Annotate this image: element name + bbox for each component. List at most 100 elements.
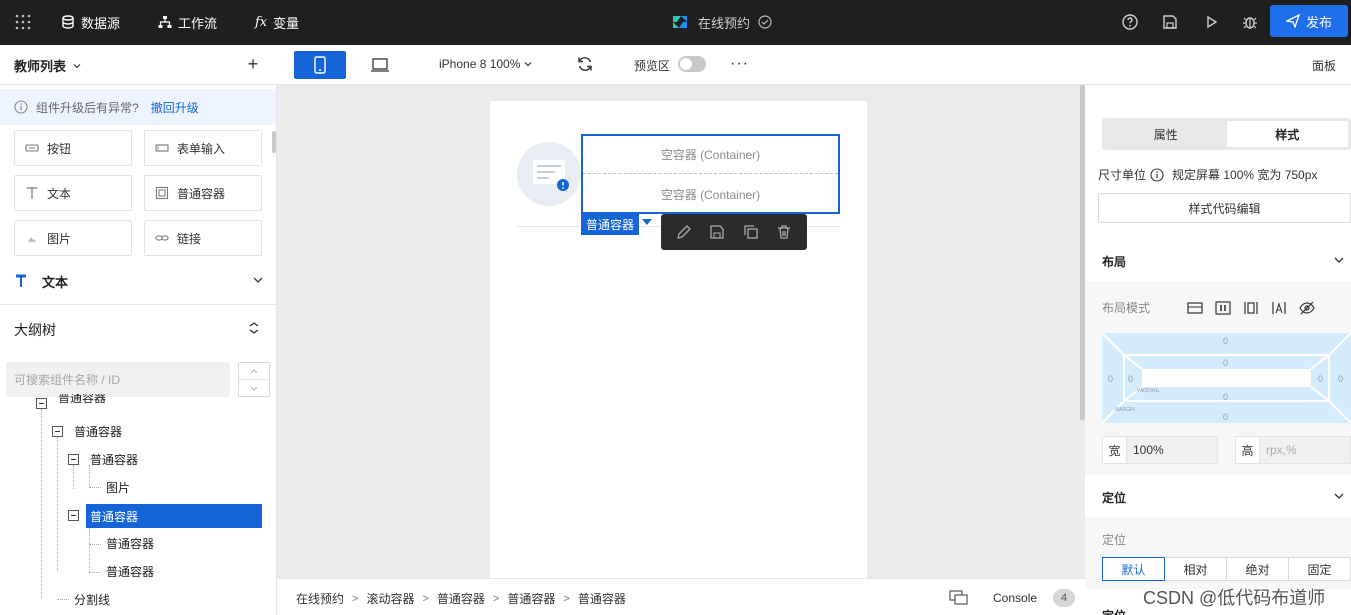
nav-workflow[interactable]: 工作流	[158, 12, 217, 32]
position-label: 定位	[1102, 533, 1127, 547]
width-input[interactable]: 100%	[1126, 436, 1218, 464]
preview-toggle[interactable]	[678, 56, 706, 72]
style-code-edit-button[interactable]: 样式代码编辑	[1098, 193, 1351, 223]
nav-variables[interactable]: fx 变量	[255, 12, 299, 32]
padding-left-value[interactable]: 0	[1128, 374, 1133, 384]
tree-expand-toggle[interactable]	[68, 454, 79, 465]
tab-style[interactable]: 样式	[1226, 121, 1348, 147]
selected-container[interactable]: 空容器 (Container) 空容器 (Container)	[581, 134, 840, 214]
tree-expand-toggle[interactable]	[36, 398, 47, 409]
outline-nav-stepper[interactable]	[238, 362, 270, 397]
breadcrumb-separator-icon: >	[563, 592, 570, 605]
tree-node[interactable]: 普通容器	[74, 420, 122, 442]
position-absolute-option[interactable]: 绝对	[1227, 557, 1289, 581]
tree-expand-toggle[interactable]	[52, 426, 63, 437]
component-label: 普通容器	[177, 186, 226, 201]
position-fixed-option[interactable]: 固定	[1289, 557, 1351, 581]
mobile-view-button[interactable]	[294, 51, 346, 79]
tree-node[interactable]: 分割线	[74, 588, 110, 610]
position-section-header[interactable]: 定位	[1085, 477, 1351, 517]
bug-icon[interactable]	[1241, 13, 1259, 31]
component-text[interactable]: 文本	[14, 175, 132, 211]
save-component-icon[interactable]	[708, 223, 726, 241]
tree-node[interactable]: 普通容器	[106, 532, 154, 554]
breadcrumb-item[interactable]: 普通容器	[437, 590, 485, 607]
edit-icon[interactable]	[675, 223, 693, 241]
selected-component-tag[interactable]: 普通容器	[581, 213, 639, 235]
panel-button[interactable]: 面板	[1312, 57, 1336, 74]
box-model-editor[interactable]	[1102, 333, 1351, 423]
tree-node-label: 分割线	[74, 592, 111, 607]
breadcrumb-item[interactable]: 普通容器	[507, 590, 555, 607]
component-label: 按钮	[47, 141, 72, 156]
flex-layout-icon[interactable]	[1243, 300, 1259, 316]
block-layout-icon[interactable]	[1187, 300, 1203, 316]
component-link[interactable]: 链接	[144, 220, 262, 256]
stepper-down[interactable]	[239, 380, 269, 397]
height-field: 高 rpx,%	[1235, 436, 1351, 464]
more-options-button[interactable]: ···	[730, 55, 749, 73]
page-list-dropdown[interactable]: 教师列表	[14, 56, 82, 75]
margin-right-value[interactable]: 0	[1338, 374, 1343, 384]
hidden-eye-icon[interactable]	[1299, 300, 1315, 316]
save-icon[interactable]	[1161, 13, 1179, 31]
refresh-icon[interactable]	[576, 55, 594, 73]
info-icon[interactable]	[1150, 167, 1164, 182]
chevron-down-icon	[1334, 257, 1344, 263]
empty-container-slot[interactable]: 空容器 (Container)	[583, 175, 838, 213]
tree-node[interactable]: 普通容器	[58, 394, 106, 406]
play-icon[interactable]	[1202, 13, 1220, 31]
help-icon[interactable]	[1121, 13, 1139, 31]
tree-guide-line	[57, 437, 58, 571]
position-relative-option[interactable]: 相对	[1165, 557, 1227, 581]
nav-datasource[interactable]: 数据源	[61, 12, 120, 32]
tree-node-selected[interactable]: 普通容器	[86, 504, 262, 528]
delete-icon[interactable]	[775, 223, 793, 241]
tree-expand-toggle[interactable]	[68, 510, 79, 521]
padding-bottom-value[interactable]: 0	[1223, 392, 1228, 402]
component-container[interactable]: 普通容器	[144, 175, 262, 211]
publish-button[interactable]: 发布	[1270, 5, 1348, 37]
inline-layout-icon[interactable]	[1271, 300, 1287, 316]
stepper-up[interactable]	[239, 363, 269, 380]
breadcrumb-item[interactable]: 滚动容器	[366, 590, 414, 607]
breadcrumb-item[interactable]: 普通容器	[578, 590, 626, 607]
breadcrumb-item[interactable]: 在线预约	[296, 590, 344, 607]
tree-node[interactable]: 普通容器	[90, 448, 138, 470]
tree-node[interactable]: 普通容器	[106, 560, 154, 582]
position-default-option[interactable]: 默认	[1102, 557, 1165, 581]
component-button[interactable]: 按钮	[14, 130, 132, 166]
outline-search-input[interactable]	[6, 362, 230, 397]
padding-right-value[interactable]: 0	[1318, 374, 1323, 384]
component-image[interactable]: 图片	[14, 220, 132, 256]
margin-left-value[interactable]: 0	[1108, 374, 1113, 384]
desktop-view-button[interactable]	[354, 51, 406, 79]
margin-bottom-value[interactable]: 0	[1223, 412, 1228, 422]
console-button[interactable]: Console 4	[949, 589, 1076, 607]
rollback-upgrade-link[interactable]: 撤回升级	[151, 99, 199, 116]
height-input[interactable]: rpx,%	[1259, 436, 1351, 464]
component-form-input[interactable]: 表单输入	[144, 130, 262, 166]
device-select[interactable]: iPhone 8 100%	[439, 57, 533, 71]
copy-icon[interactable]	[742, 223, 760, 241]
right-panel: 属性 样式 尺寸单位 规定屏幕 100% 宽为 750px 样式代码编辑 布局 …	[1085, 85, 1351, 615]
add-page-button[interactable]: +	[244, 54, 262, 74]
next-section-title: 定位	[1102, 607, 1126, 615]
tab-properties[interactable]: 属性	[1105, 121, 1227, 147]
inline-block-layout-icon[interactable]	[1215, 300, 1231, 316]
app-grid-icon[interactable]	[14, 13, 32, 31]
collapse-expand-icon[interactable]	[248, 321, 260, 335]
editor-toolbar: 教师列表 + iPhone 8 100% 预览区 ··· 面板	[0, 45, 1351, 85]
tag-dropdown-caret-icon[interactable]	[642, 219, 652, 225]
phone-icon	[314, 56, 326, 74]
margin-top-value[interactable]: 0	[1223, 336, 1228, 346]
image-icon	[28, 237, 36, 242]
text-category-header[interactable]: 文本	[14, 271, 264, 291]
component-list-scrollbar[interactable]	[272, 131, 276, 153]
empty-container-slot[interactable]: 空容器 (Container)	[583, 136, 838, 174]
image-placeholder[interactable]	[517, 142, 581, 206]
layout-section-header[interactable]: 布局	[1085, 241, 1351, 281]
tree-node-label: 普通容器	[90, 452, 139, 467]
tree-node[interactable]: 图片	[106, 476, 130, 498]
padding-top-value[interactable]: 0	[1223, 358, 1228, 368]
